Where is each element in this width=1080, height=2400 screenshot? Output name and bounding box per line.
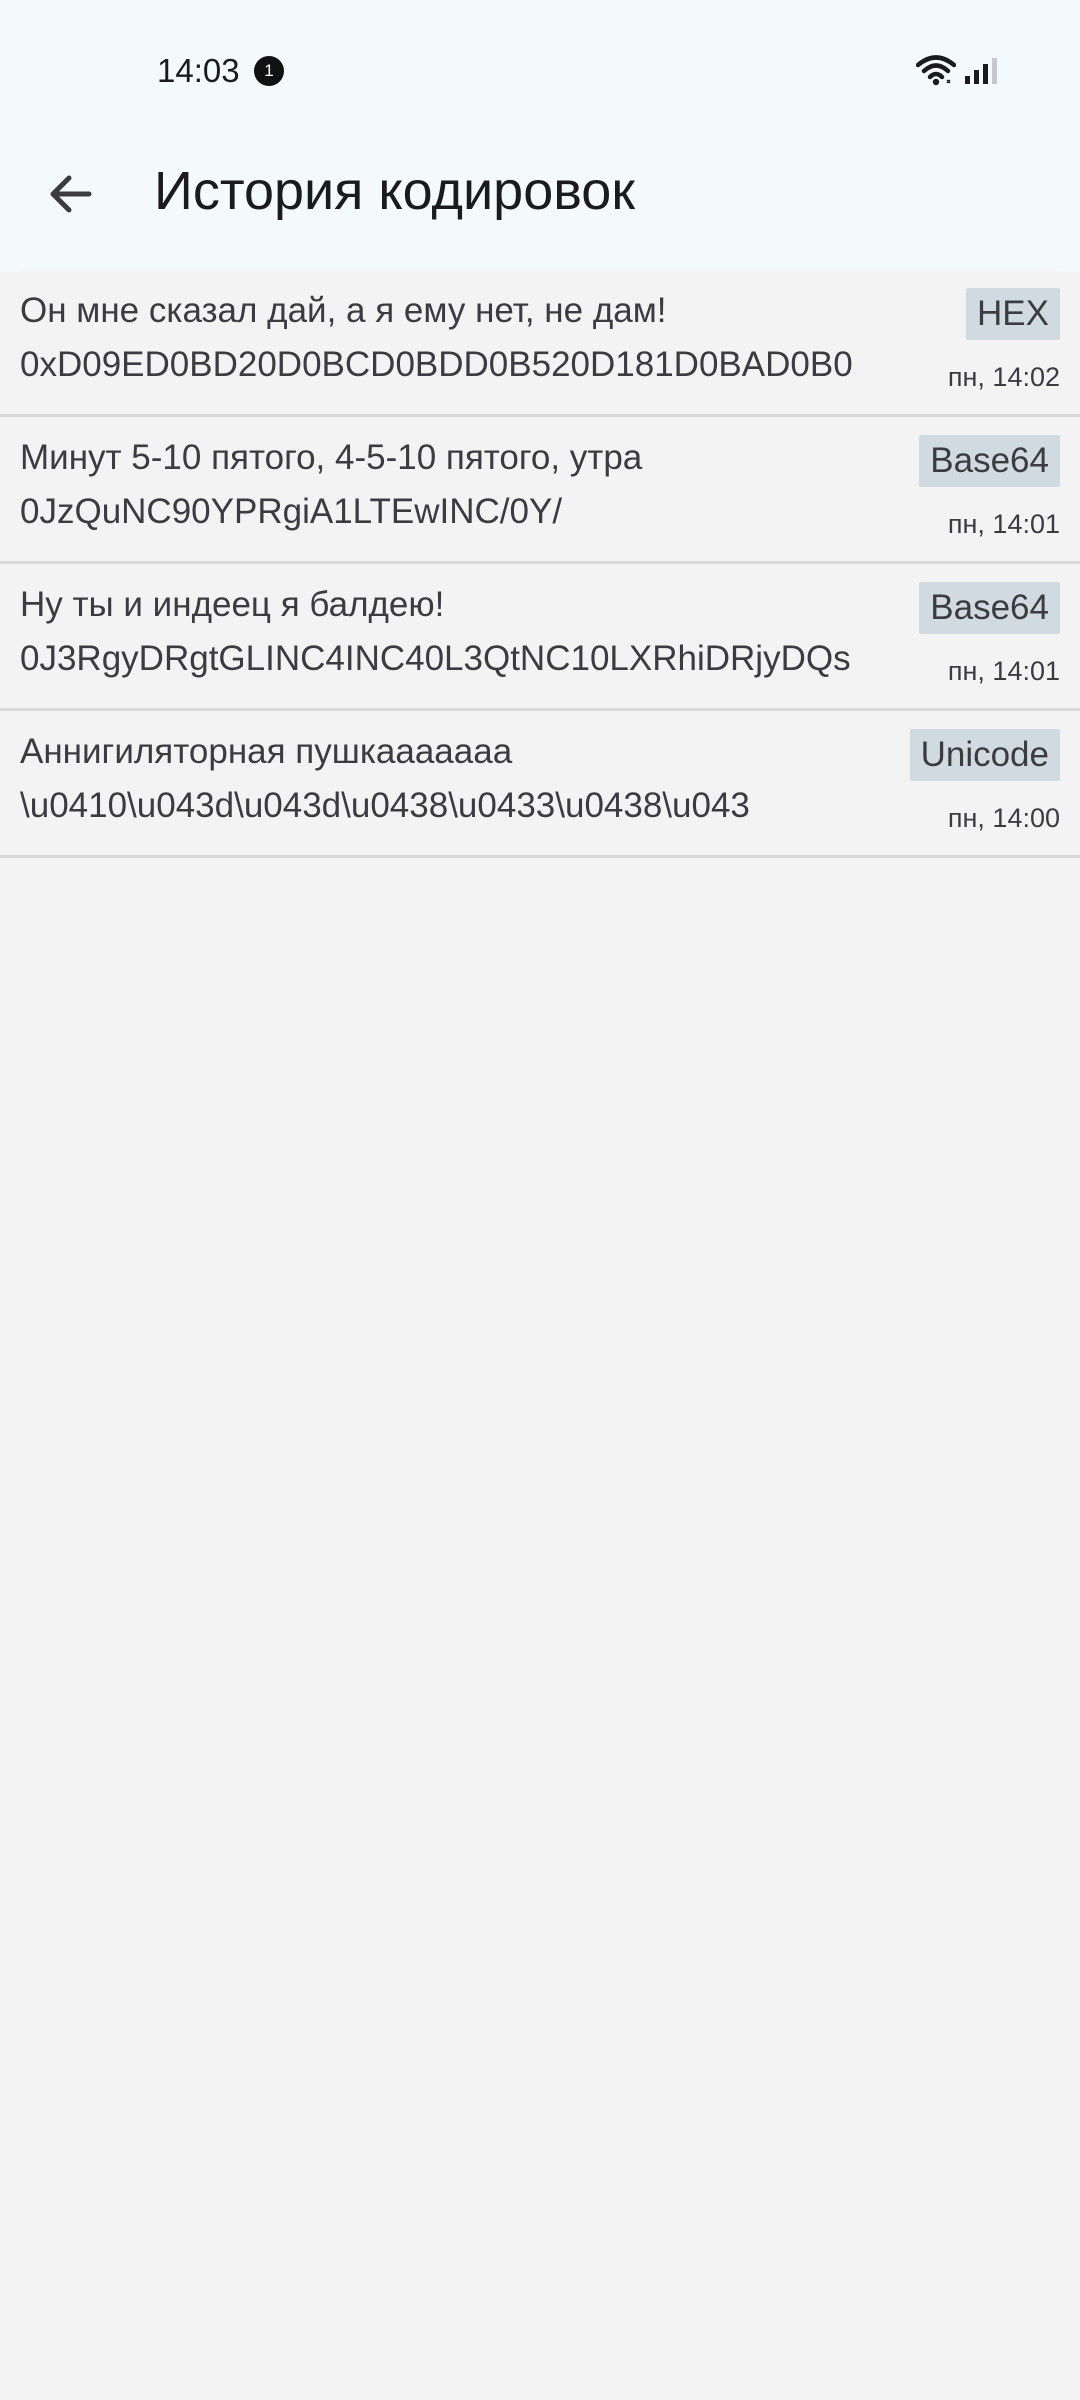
original-text: Он мне сказал дай, а я ему нет, не дам! <box>20 291 667 330</box>
original-text: Аннигиляторная пушкааааааа <box>20 732 513 771</box>
history-list: Он мне сказал дай, а я ему нет, не дам! … <box>0 270 1080 858</box>
notification-badge: 1 <box>254 56 284 86</box>
status-bar: 14:03 1 <box>0 0 1080 140</box>
encoding-badge: Unicode <box>909 729 1060 781</box>
app-bar: История кодировок <box>0 140 1080 272</box>
encoding-badge: Base64 <box>919 435 1060 487</box>
back-button[interactable] <box>30 154 110 234</box>
original-text: Минут 5-10 пятого, 4-5-10 пятого, утра <box>20 438 643 477</box>
original-text: Ну ты и индеец я балдею! <box>20 585 445 624</box>
encoding-badge: Base64 <box>919 582 1060 634</box>
encoded-text: 0xD09ED0BD20D0BCD0BDD0B520D181D0BAD0B0 <box>20 345 853 384</box>
timestamp: пн, 14:01 <box>947 509 1060 539</box>
page-title: История кодировок <box>154 161 635 221</box>
history-item[interactable]: Аннигиляторная пушкааааааа \u0410\u043d\… <box>0 711 1080 858</box>
cellular-signal-icon <box>965 58 997 84</box>
timestamp: пн, 14:00 <box>947 803 1060 833</box>
encoded-text: \u0410\u043d\u043d\u0438\u0433\u0438\u04… <box>20 786 750 825</box>
status-time: 14:03 <box>157 52 240 89</box>
timestamp: пн, 14:01 <box>947 656 1060 686</box>
history-item[interactable]: Минут 5-10 пятого, 4-5-10 пятого, утра 0… <box>0 417 1080 564</box>
history-item[interactable]: Он мне сказал дай, а я ему нет, не дам! … <box>0 270 1080 417</box>
timestamp: пн, 14:02 <box>947 362 1060 392</box>
history-item[interactable]: Ну ты и индеец я балдею! 0J3RgyDRgtGLINC… <box>0 564 1080 711</box>
top-area: 14:03 1 История кодировок <box>0 0 1080 272</box>
encoded-text: 0JzQuNC90YPRgiA1LTEwINC/0Y/ <box>20 492 563 531</box>
wifi-icon <box>916 55 956 86</box>
encoding-badge: HEX <box>966 288 1060 340</box>
arrow-left-icon <box>50 175 92 213</box>
encoded-text: 0J3RgyDRgtGLINC4INC40L3QtNC10LXRhiDRjyDQ… <box>20 639 851 678</box>
